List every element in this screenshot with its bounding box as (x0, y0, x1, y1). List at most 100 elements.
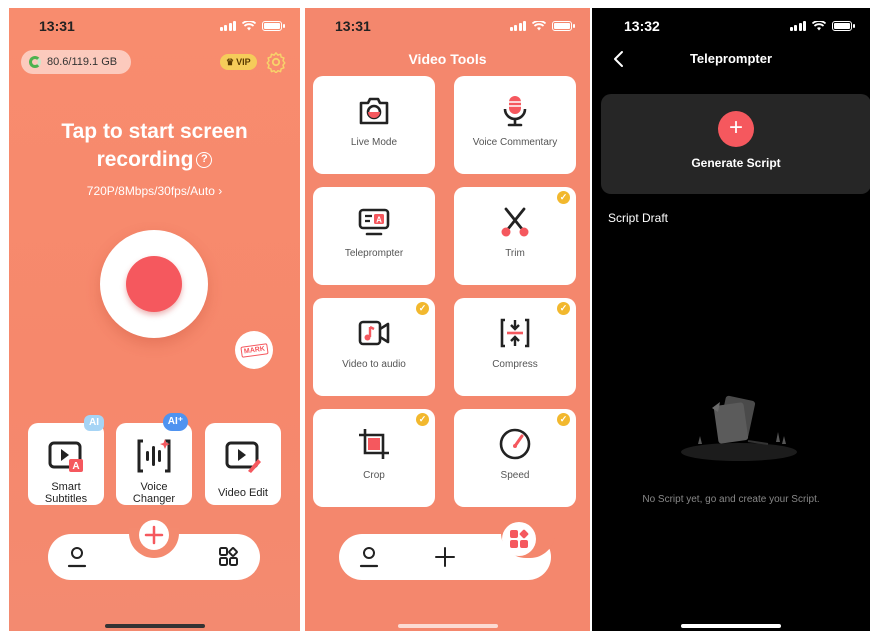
status-time: 13:31 (335, 18, 371, 34)
voice-changer-label: Voice Changer (116, 481, 192, 505)
subtitles-icon: A (48, 441, 83, 472)
signal-icon (509, 21, 526, 31)
battery-icon (262, 21, 285, 31)
tools-grid-icon[interactable] (218, 546, 240, 568)
status-time: 13:32 (624, 18, 660, 34)
tool-card-compress[interactable]: ✓ Compress (454, 298, 576, 396)
tool-card-voice-commentary[interactable]: Voice Commentary (454, 76, 576, 174)
profile-icon[interactable] (358, 546, 380, 568)
tool-card-trim[interactable]: ✓ Trim (454, 187, 576, 285)
plus-icon[interactable] (434, 546, 456, 568)
tool-card-live-mode[interactable]: Live Mode (313, 76, 435, 174)
status-bar: 13:31 (305, 8, 590, 44)
bottom-navigation (48, 520, 260, 580)
storage-text: 80.6/119.1 GB (47, 56, 118, 68)
battery-icon (552, 21, 575, 31)
microphone-icon (503, 96, 527, 127)
record-dot (126, 256, 182, 312)
tool-label: Trim (505, 248, 525, 259)
record-headline[interactable]: Tap to start screen recording? (9, 118, 300, 174)
label-line-2: Subtitles (44, 493, 88, 505)
premium-check-icon: ✓ (416, 413, 429, 426)
empty-documents-icon (681, 395, 797, 461)
video-edit-label: Video Edit (218, 487, 268, 499)
ai-badge: AI (84, 415, 104, 431)
headline-line-2: recording (96, 148, 194, 171)
home-indicator (681, 624, 781, 628)
mark-button[interactable]: MARK (235, 331, 273, 369)
label-line-1: Smart (51, 481, 81, 493)
storage-ring-icon (29, 56, 41, 68)
gear-icon[interactable] (265, 51, 287, 73)
tool-label: Voice Commentary (472, 137, 558, 148)
headline-line-1: Tap to start screen (61, 120, 248, 143)
video-edit-icon (225, 441, 261, 473)
profile-icon[interactable] (66, 546, 88, 568)
label-line-1: Voice (140, 481, 168, 493)
premium-check-icon: ✓ (416, 302, 429, 315)
status-icons (789, 21, 855, 31)
wifi-icon (812, 21, 826, 31)
camera-icon (359, 97, 389, 125)
home-indicator (397, 624, 498, 628)
tool-card-teleprompter[interactable]: A Teleprompter (313, 187, 435, 285)
empty-state-text: No Script yet, go and create your Script… (642, 494, 820, 505)
recorder-home-screen: 13:31 80.6/119.1 GB ♛ VIP Tap to start s… (9, 8, 300, 631)
battery-icon (832, 21, 855, 31)
compress-icon (500, 318, 530, 348)
generate-script-label: Generate Script (691, 156, 781, 170)
smart-subtitles-button[interactable]: AI A Smart Subtitles (28, 415, 104, 505)
storage-indicator[interactable]: 80.6/119.1 GB (21, 50, 132, 74)
tools-grid-icon (510, 529, 529, 548)
status-icons (219, 21, 285, 31)
smart-subtitles-label: Smart Subtitles (28, 481, 104, 505)
page-title: Teleprompter (689, 51, 773, 66)
video-edit-button[interactable]: Video Edit (205, 423, 281, 505)
record-button[interactable] (100, 230, 208, 338)
quality-text: 720P/8Mbps/30fps/Auto (86, 184, 215, 198)
video-music-icon (358, 320, 390, 346)
tool-label: Live Mode (350, 137, 398, 148)
add-button[interactable] (139, 520, 169, 550)
video-tools-screen: 13:31 Video Tools Live Mode Voice Commen… (305, 8, 590, 631)
tool-label: Crop (363, 470, 385, 481)
wifi-icon (242, 21, 256, 31)
chevron-right-icon: › (218, 184, 223, 198)
voice-changer-button[interactable]: AI⁺ Voice Changer (116, 413, 192, 505)
speedometer-icon (499, 428, 531, 460)
signal-icon (219, 21, 236, 31)
crown-icon: ♛ (226, 56, 235, 67)
home-indicator (104, 624, 205, 628)
bottom-navigation (339, 522, 555, 580)
status-bar: 13:31 (9, 8, 300, 44)
vip-badge[interactable]: ♛ VIP (220, 54, 257, 70)
tool-card-speed[interactable]: ✓ Speed (454, 409, 576, 507)
script-draft-heading: Script Draft (608, 211, 669, 225)
tool-card-crop[interactable]: ✓ Crop (313, 409, 435, 507)
vip-label: VIP (236, 57, 251, 67)
crop-icon (359, 429, 389, 459)
tools-tab-button[interactable] (502, 522, 536, 556)
scissors-icon (501, 207, 529, 237)
mark-label: MARK (239, 342, 269, 358)
status-time: 13:31 (39, 18, 75, 34)
premium-check-icon: ✓ (557, 302, 570, 315)
tool-label: Video to audio (342, 359, 406, 370)
svg-text:A: A (376, 216, 382, 225)
teleprompter-screen: 13:32 Teleprompter + Generate Script Scr… (592, 8, 870, 631)
help-icon[interactable]: ? (196, 152, 213, 169)
status-icons (509, 21, 575, 31)
tool-label: Teleprompter (344, 248, 404, 259)
plus-icon: + (718, 111, 754, 147)
ai-plus-badge: AI⁺ (162, 413, 188, 431)
signal-icon (789, 21, 806, 31)
generate-script-card[interactable]: + Generate Script (601, 94, 870, 194)
quality-settings-link[interactable]: 720P/8Mbps/30fps/Auto › (9, 184, 300, 198)
teleprompter-icon: A (358, 208, 390, 236)
status-bar: 13:32 (592, 8, 870, 44)
tool-label: Speed (500, 470, 530, 481)
voice-wave-icon (137, 439, 171, 473)
premium-check-icon: ✓ (557, 191, 570, 204)
tool-card-video-to-audio[interactable]: ✓ Video to audio (313, 298, 435, 396)
premium-check-icon: ✓ (557, 413, 570, 426)
